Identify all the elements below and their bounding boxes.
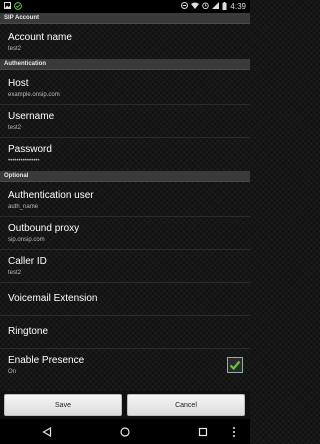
pref-outbound-proxy-title: Outbound proxy xyxy=(8,223,80,234)
button-bar: Save Cancel xyxy=(0,391,250,419)
pref-host-title: Host xyxy=(8,78,29,89)
pref-outbound-proxy[interactable]: Outbound proxy sip.onsip.com xyxy=(0,223,250,244)
pref-authentication-user-summary: auth_name xyxy=(8,204,39,210)
pref-outbound-proxy-summary: sip.onsip.com xyxy=(8,237,45,243)
overflow-menu-icon[interactable] xyxy=(222,419,246,444)
gallery-icon xyxy=(4,2,11,11)
pref-enable-presence-title: Enable Presence xyxy=(8,355,85,366)
pref-username-title: Username xyxy=(8,111,55,122)
pref-password-title: Password xyxy=(8,144,52,155)
home-nav-icon[interactable] xyxy=(110,419,140,444)
wifi-icon xyxy=(191,2,200,11)
battery-icon xyxy=(222,1,227,12)
divider xyxy=(0,216,250,217)
divider xyxy=(0,315,250,316)
pref-voicemail-extension[interactable]: Voicemail Extension xyxy=(0,293,250,304)
signal-icon xyxy=(212,2,220,11)
divider xyxy=(0,249,250,250)
section-header-optional: Optional xyxy=(0,171,250,182)
divider xyxy=(0,348,250,349)
pref-voicemail-extension-title: Voicemail Extension xyxy=(8,293,98,304)
save-button[interactable]: Save xyxy=(4,394,122,416)
recents-nav-icon[interactable] xyxy=(188,419,218,444)
divider xyxy=(0,104,250,105)
pref-authentication-user-title: Authentication user xyxy=(8,190,94,201)
pref-caller-id-title: Caller ID xyxy=(8,256,47,267)
do-not-disturb-icon xyxy=(181,2,189,11)
pref-password-summary: ••••••••••••••• xyxy=(8,158,40,164)
pref-enable-presence[interactable]: Enable Presence On xyxy=(0,355,250,376)
divider xyxy=(0,282,250,283)
divider xyxy=(0,137,250,138)
enable-presence-checkbox[interactable] xyxy=(227,357,243,373)
status-bar: 4:39 xyxy=(0,0,250,13)
pref-host[interactable]: Host example.onsip.com xyxy=(0,78,250,99)
pref-username-summary: test2 xyxy=(8,125,22,131)
pref-username[interactable]: Username test2 xyxy=(0,111,250,132)
pref-enable-presence-summary: On xyxy=(8,369,17,375)
section-header-authentication: Authentication xyxy=(0,59,250,70)
pref-caller-id-summary: test2 xyxy=(8,270,22,276)
back-nav-icon[interactable] xyxy=(32,419,62,444)
navigation-bar xyxy=(0,419,250,444)
pref-account-name-title: Account name xyxy=(8,32,72,43)
pref-account-name[interactable]: Account name test2 xyxy=(0,32,250,53)
section-header-sip-account: SIP Account xyxy=(0,13,250,24)
pref-ringtone-title: Ringtone xyxy=(8,326,49,337)
pref-ringtone[interactable]: Ringtone xyxy=(0,326,250,337)
pref-password[interactable]: Password ••••••••••••••• xyxy=(0,144,250,165)
alarm-icon xyxy=(202,2,210,11)
sync-check-icon xyxy=(14,1,22,12)
cancel-button[interactable]: Cancel xyxy=(127,394,245,416)
pref-caller-id[interactable]: Caller ID test2 xyxy=(0,256,250,277)
pref-account-name-summary: test2 xyxy=(8,46,22,52)
status-time: 4:39 xyxy=(230,2,246,11)
checkmark-icon xyxy=(229,360,241,371)
pref-authentication-user[interactable]: Authentication user auth_name xyxy=(0,190,250,211)
pref-host-summary: example.onsip.com xyxy=(8,92,60,98)
